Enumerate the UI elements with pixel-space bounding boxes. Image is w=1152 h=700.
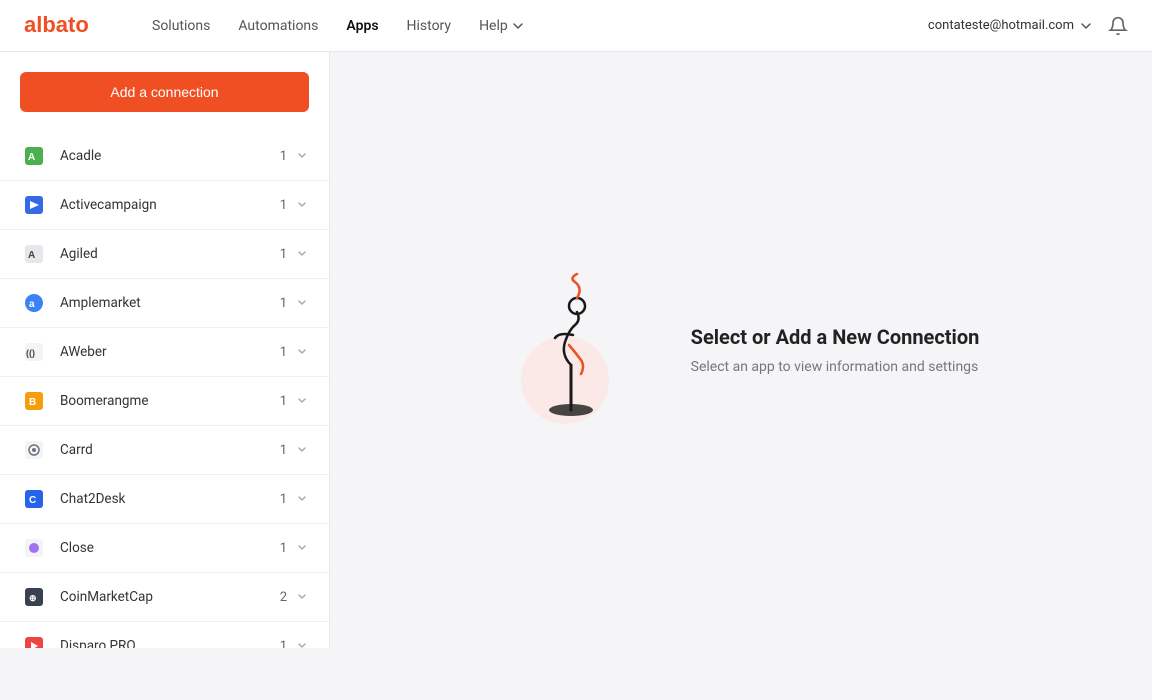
add-connection-button[interactable]: Add a connection: [20, 72, 309, 112]
app-name: Amplemarket: [60, 295, 280, 311]
app-icon: [20, 436, 48, 464]
app-list-item[interactable]: Disparo PRO 1: [0, 622, 329, 648]
main-layout: Add a connection A Acadle 1 Activecampai…: [0, 52, 1152, 648]
app-name: Agiled: [60, 246, 280, 262]
empty-state: Select or Add a New Connection Select an…: [503, 270, 980, 430]
app-count: 1: [280, 345, 287, 360]
app-count: 1: [280, 492, 287, 507]
app-count: 1: [280, 247, 287, 262]
logo[interactable]: albato: [24, 10, 104, 42]
app-count: 1: [280, 149, 287, 164]
header: albato Solutions Automations Apps Histor…: [0, 0, 1152, 52]
svg-text:A: A: [28, 250, 35, 261]
app-count: 1: [280, 198, 287, 213]
app-icon: A: [20, 142, 48, 170]
app-list-item[interactable]: B Boomerangme 1: [0, 377, 329, 426]
app-icon: ⊕: [20, 583, 48, 611]
app-list-item[interactable]: Carrd 1: [0, 426, 329, 475]
empty-state-title: Select or Add a New Connection: [691, 325, 980, 349]
app-list-item[interactable]: Close 1: [0, 524, 329, 573]
app-list: A Acadle 1 Activecampaign 1 A Agiled 1 a…: [0, 132, 329, 648]
nav-history[interactable]: History: [407, 18, 452, 34]
svg-text:⊕: ⊕: [29, 593, 37, 603]
header-right: contateste@hotmail.com: [928, 16, 1128, 36]
app-count: 2: [280, 590, 287, 605]
chevron-right-icon: [295, 443, 309, 457]
empty-state-subtitle: Select an app to view information and se…: [691, 359, 980, 375]
user-email[interactable]: contateste@hotmail.com: [928, 18, 1092, 33]
app-count: 1: [280, 541, 287, 556]
svg-text:B: B: [29, 397, 36, 408]
app-name: Chat2Desk: [60, 491, 280, 507]
svg-text:C: C: [29, 495, 36, 506]
chevron-right-icon: [295, 345, 309, 359]
app-icon: [20, 534, 48, 562]
chevron-right-icon: [295, 296, 309, 310]
app-icon: [20, 632, 48, 648]
chevron-down-icon: [1080, 20, 1092, 32]
main-nav: Solutions Automations Apps History Help: [152, 18, 896, 34]
main-content: Select or Add a New Connection Select an…: [330, 52, 1152, 648]
app-icon: B: [20, 387, 48, 415]
app-icon: [20, 191, 48, 219]
nav-help[interactable]: Help: [479, 18, 524, 34]
app-icon: ((): [20, 338, 48, 366]
empty-text: Select or Add a New Connection Select an…: [691, 325, 980, 375]
app-list-item[interactable]: Activecampaign 1: [0, 181, 329, 230]
app-name: AWeber: [60, 344, 280, 360]
chevron-right-icon: [295, 247, 309, 261]
app-list-item[interactable]: a Amplemarket 1: [0, 279, 329, 328]
app-name: Boomerangme: [60, 393, 280, 409]
app-name: CoinMarketCap: [60, 589, 280, 605]
chevron-right-icon: [295, 394, 309, 408]
app-name: Activecampaign: [60, 197, 280, 213]
app-list-item[interactable]: C Chat2Desk 1: [0, 475, 329, 524]
app-name: Disparo PRO: [60, 638, 280, 648]
app-icon: C: [20, 485, 48, 513]
app-list-item[interactable]: ⊕ CoinMarketCap 2: [0, 573, 329, 622]
svg-text:albato: albato: [24, 12, 89, 37]
app-name: Carrd: [60, 442, 280, 458]
app-list-item[interactable]: A Acadle 1: [0, 132, 329, 181]
nav-solutions[interactable]: Solutions: [152, 18, 210, 34]
app-count: 1: [280, 296, 287, 311]
chevron-right-icon: [295, 541, 309, 555]
chevron-right-icon: [295, 492, 309, 506]
app-count: 1: [280, 443, 287, 458]
svg-text:A: A: [28, 152, 35, 163]
svg-text:a: a: [29, 299, 35, 310]
app-name: Close: [60, 540, 280, 556]
app-count: 1: [280, 394, 287, 409]
chevron-down-icon: [512, 20, 524, 32]
illustration: [503, 270, 643, 430]
nav-automations[interactable]: Automations: [238, 18, 318, 34]
sidebar: Add a connection A Acadle 1 Activecampai…: [0, 52, 330, 648]
app-icon: a: [20, 289, 48, 317]
app-list-item[interactable]: (() AWeber 1: [0, 328, 329, 377]
notification-bell-icon[interactable]: [1108, 16, 1128, 36]
app-icon: A: [20, 240, 48, 268]
chevron-right-icon: [295, 639, 309, 648]
app-list-item[interactable]: A Agiled 1: [0, 230, 329, 279]
app-name: Acadle: [60, 148, 280, 164]
app-count: 1: [280, 639, 287, 649]
nav-apps[interactable]: Apps: [346, 18, 378, 34]
svg-text:((): ((): [26, 348, 35, 358]
chevron-right-icon: [295, 149, 309, 163]
chevron-right-icon: [295, 590, 309, 604]
chevron-right-icon: [295, 198, 309, 212]
